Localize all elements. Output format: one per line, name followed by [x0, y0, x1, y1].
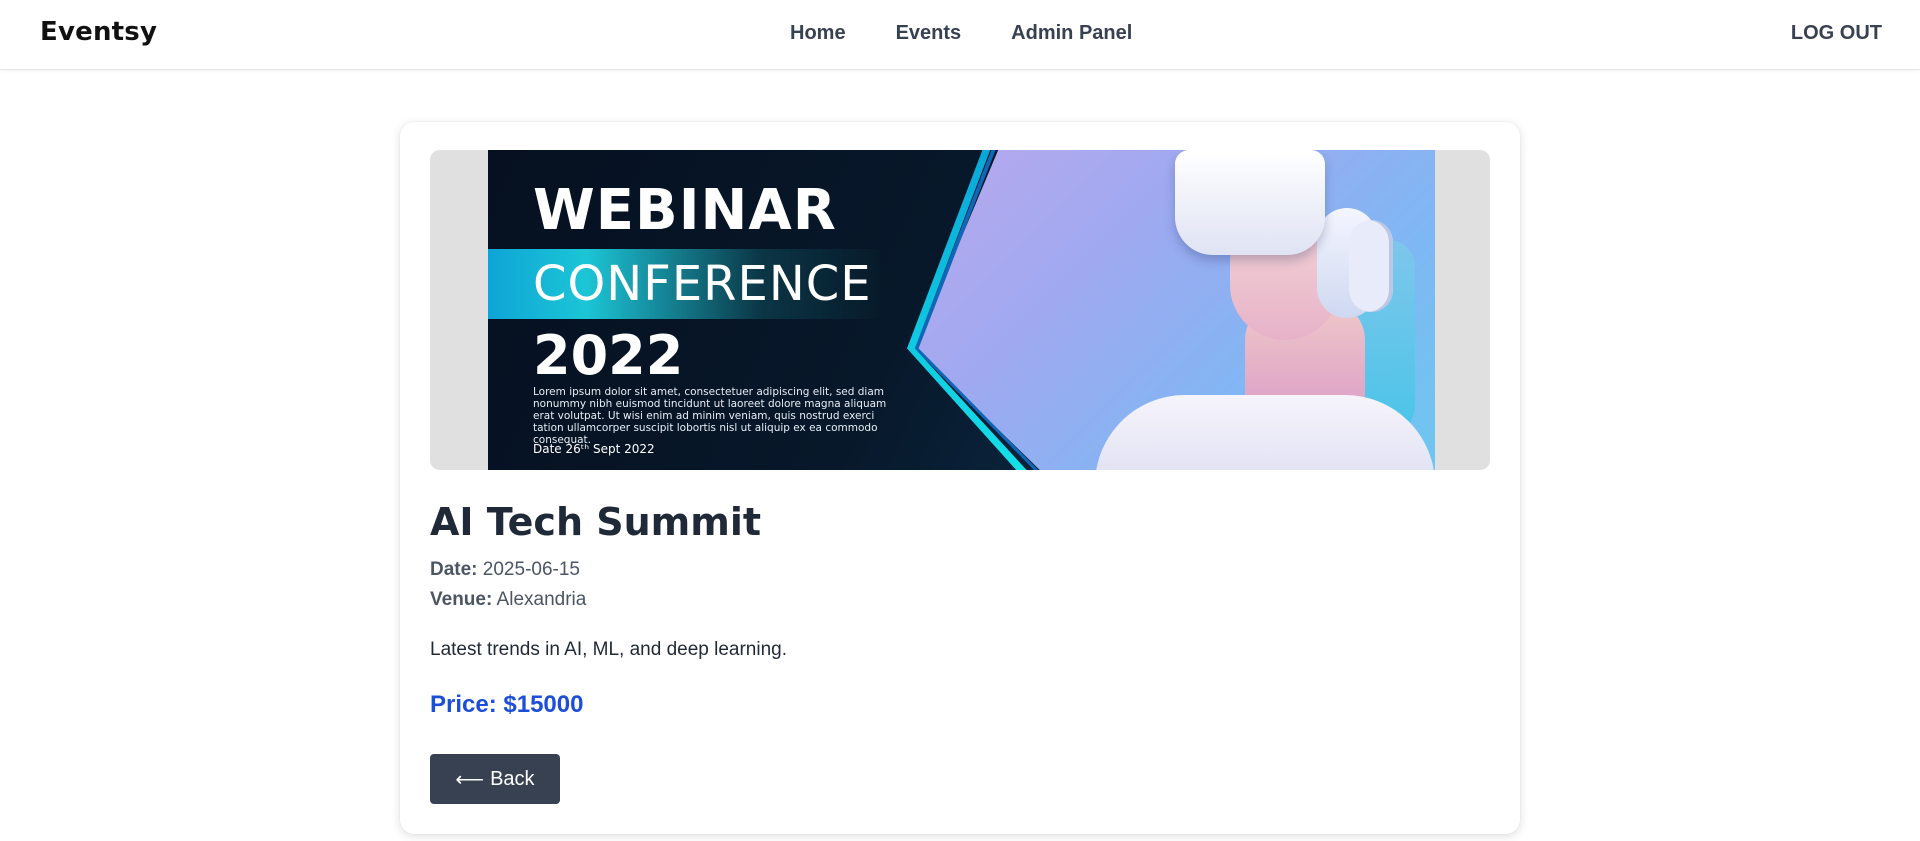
banner-date: Date 26ᵗʰ Sept 2022 [533, 442, 655, 456]
banner-year: 2022 [533, 324, 684, 387]
event-date-label: Date: [430, 559, 478, 580]
banner-subtitle: CONFERENCE [533, 256, 872, 312]
banner-body-text: Lorem ipsum dolor sit amet, consectetuer… [533, 386, 887, 446]
event-venue-label: Venue: [430, 589, 493, 610]
arrow-left-icon: ⟵ [455, 768, 485, 791]
banner-person-shirt [1095, 395, 1435, 470]
banner-title: WEBINAR [533, 178, 837, 243]
main-nav: Home Events Admin Panel [790, 22, 1132, 45]
top-navbar: Eventsy Home Events Admin Panel LOG OUT [0, 0, 1920, 70]
event-description: Latest trends in AI, ML, and deep learni… [430, 639, 788, 660]
event-venue-value: Alexandria [496, 589, 587, 610]
vr-headset-icon [1175, 150, 1325, 255]
event-date-row: Date: 2025-06-15 [430, 559, 580, 581]
nav-link-events[interactable]: Events [896, 22, 962, 45]
logout-link[interactable]: LOG OUT [1791, 22, 1882, 45]
nav-link-admin-panel[interactable]: Admin Panel [1011, 22, 1132, 45]
event-detail-card: WEBINAR CONFERENCE 2022 Lorem ipsum dolo… [400, 122, 1520, 834]
brand-logo[interactable]: Eventsy [40, 17, 157, 47]
event-venue-row: Venue: Alexandria [430, 589, 586, 611]
event-title: AI Tech Summit [430, 500, 762, 544]
event-banner-image: WEBINAR CONFERENCE 2022 Lorem ipsum dolo… [488, 150, 1435, 470]
back-button[interactable]: ⟵ Back [430, 754, 560, 804]
vr-headphone-icon [1349, 220, 1393, 312]
event-date-value: 2025-06-15 [482, 559, 580, 580]
back-button-label: Back [490, 767, 535, 790]
event-price: Price: $15000 [430, 691, 584, 718]
nav-link-home[interactable]: Home [790, 22, 846, 45]
event-image-frame: WEBINAR CONFERENCE 2022 Lorem ipsum dolo… [430, 150, 1490, 470]
